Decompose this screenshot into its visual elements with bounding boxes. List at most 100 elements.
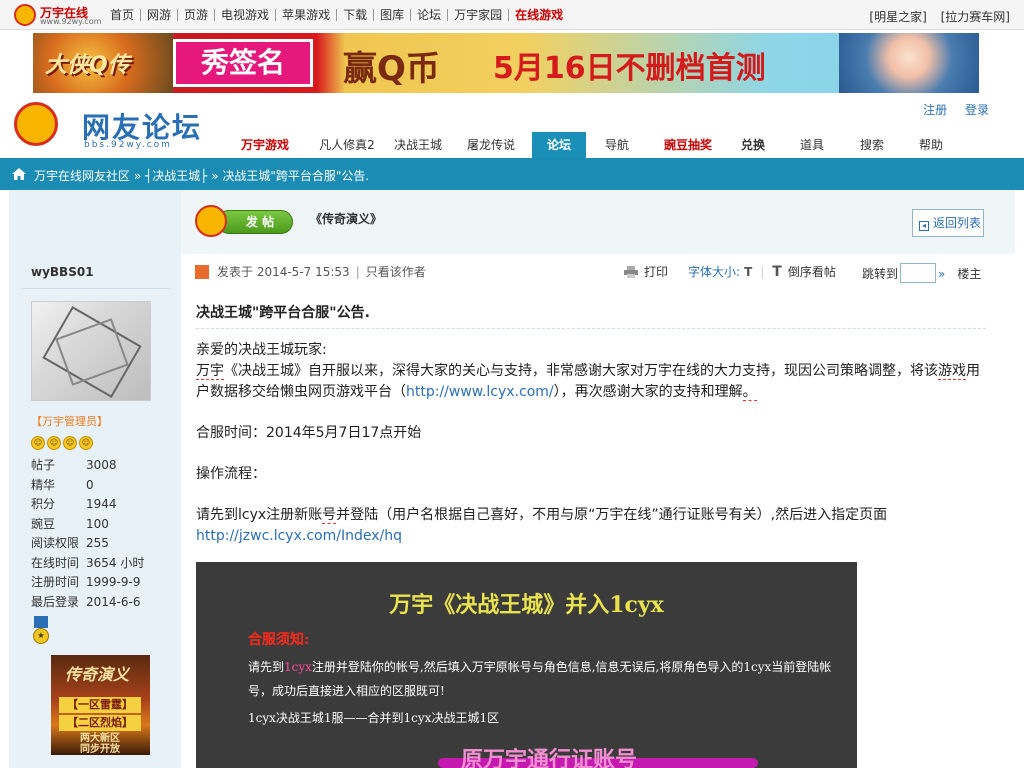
notice-line-2: 1cyx决战王城1服——合并到1cyx决战王城1区 (248, 711, 500, 725)
text: 并登陆（用户名根据自己喜好，不用与原“万宇在线”通行证账号有关）,然后进入指定页… (336, 507, 888, 523)
post-tools: 打印 字体大小: T | T 倒序看帖 (624, 263, 836, 280)
font-size-toggle[interactable]: T (744, 265, 752, 279)
topnav-item[interactable]: 网游 (141, 9, 179, 21)
stat-key: 注册时间 (31, 575, 80, 589)
separator: | (355, 265, 360, 279)
stat-row: 豌豆 100 (31, 515, 144, 535)
star-home-link[interactable]: [明星之家] (869, 8, 926, 25)
merge-time: 合服时间：2014年5月7日17点开始 (196, 425, 422, 441)
breadcrumb-text[interactable]: 万宇在线网友社区 » ┤决战王城├ » 决战王城"跨平台合服"公告. (34, 167, 369, 184)
topnav-item[interactable]: 图库 (374, 9, 412, 21)
nav-guide[interactable]: 导航 (586, 132, 648, 158)
medal-coin: ★ (33, 628, 49, 644)
printer-icon[interactable] (624, 266, 638, 278)
board-title: 《传奇演义》 (310, 212, 383, 226)
keyword-hao[interactable]: 号 (322, 507, 337, 524)
site-logo-url: www.92wy.com (40, 17, 102, 26)
forum-mascot-icon (14, 102, 58, 146)
floor-label: 楼主 (957, 267, 982, 281)
nav-help[interactable]: 帮助 (898, 132, 964, 158)
reverse-order-link[interactable]: 倒序看帖 (788, 265, 836, 279)
nav-search[interactable]: 搜索 (846, 132, 898, 158)
stat-key: 帖子 (31, 458, 56, 472)
keyword-wanyu[interactable]: 万宇 (196, 363, 224, 380)
register-link[interactable]: 注册 (923, 103, 947, 117)
lcyx-link[interactable]: http://www.lcyx.com/ (406, 384, 554, 400)
topnav-item-online-games[interactable]: 在线游戏 (509, 9, 569, 21)
side-ad[interactable]: 传奇演义 【一区雷霆】 【二区烈焰】 两大新区 同步开放 (51, 655, 150, 755)
back-to-list-button[interactable]: ◂ 返回列表 (912, 209, 984, 237)
stat-value[interactable]: 3008 (86, 458, 117, 472)
stat-value[interactable]: 100 (86, 517, 109, 531)
topnav-item[interactable]: 万宇家园 (448, 9, 510, 21)
back-to-list-label: 返回列表 (933, 216, 982, 230)
notice-must-know: 合服须知: (248, 632, 310, 648)
rally-link[interactable]: [拉力赛车网] (941, 8, 1010, 25)
only-author-link[interactable]: 只看该作者 (366, 265, 426, 279)
stat-row: 帖子 3008 (31, 456, 144, 476)
jzwc-link[interactable]: http://jzwc.lcyx.com/Index/hq (196, 528, 402, 544)
stat-key: 在线时间 (31, 555, 80, 570)
smiley-icon: ☺ (31, 436, 45, 450)
online-status-icon (195, 265, 209, 279)
stat-row: 注册时间 1999-9-9 (31, 573, 144, 593)
main-nav: 万宇游戏 凡人修真2 决战王城 屠龙传说 论坛 导航 豌豆抽奖 兑换 道具 搜索 帮助 (222, 132, 964, 158)
site-logo[interactable]: 万宇在线 www.92wy.com (14, 3, 102, 27)
stat-row: 精华 0 (31, 476, 144, 496)
text: 1cyx (284, 660, 312, 674)
stat-row: 最后登录 2014-6-6 (31, 593, 144, 613)
nav-wanyu-games[interactable]: 万宇游戏 (222, 132, 308, 158)
avatar[interactable] (31, 301, 151, 401)
reverse-icon[interactable]: T (772, 264, 782, 280)
author-name[interactable]: wyBBS01 (31, 265, 94, 279)
stat-value[interactable]: 1944 (86, 497, 117, 511)
user-stats: 帖子 3008 精华 0 积分 1944 豌豆 100 阅读权限 255 在线时间 3654… (31, 456, 144, 612)
banner-sign-badge: 秀签名 (173, 39, 313, 87)
post-mascot-icon (195, 205, 227, 237)
keyword-game[interactable]: 游戏 (938, 363, 966, 380)
banner-character-image (839, 33, 979, 93)
nav-juezhan[interactable]: 决战王城 (386, 132, 450, 158)
topnav-item[interactable]: 首页 (104, 9, 142, 21)
jump-input[interactable] (900, 263, 937, 283)
text: ），再次感谢大家的支持和理解 (553, 384, 743, 400)
stat-key: 精华 (31, 477, 56, 492)
nav-exchange[interactable]: 兑换 (728, 132, 778, 158)
banner-ad[interactable]: 大侠Q传 秀签名 赢Q币 5月16日不删档首测 (33, 33, 979, 93)
banner-q-text: 赢Q币 (343, 49, 440, 89)
stat-key: 积分 (31, 497, 56, 511)
nav-fanren[interactable]: 凡人修真2 (308, 132, 386, 158)
stat-value: 3654 小时 (86, 555, 145, 570)
post-content: 亲爱的决战王城玩家: 万宇《决战王城》自开服以来，深得大家的关心与支持，非常感谢… (196, 340, 986, 547)
print-link[interactable]: 打印 (644, 265, 668, 279)
paragraph-1: 万宇《决战王城》自开服以来，深得大家的关心与支持，非常感谢大家对万宇在线的大力支… (196, 361, 986, 403)
stat-value[interactable]: 0 (86, 478, 94, 492)
topnav-item[interactable]: 电视游戏 (215, 9, 277, 21)
login-link[interactable]: 登录 (965, 103, 989, 117)
top-bar: 万宇在线 www.92wy.com 首页 网游 页游 电视游戏 苹果游戏 下载 图库 论坛 万宇… (0, 0, 1024, 30)
top-right-links: [明星之家] [拉力赛车网] (859, 8, 1010, 25)
topnav-item[interactable]: 下载 (337, 9, 375, 21)
nav-forum[interactable]: 论坛 (532, 132, 586, 158)
user-role: 【万宇管理员】 (31, 415, 108, 428)
topnav-item[interactable]: 页游 (178, 9, 216, 21)
nav-tulong[interactable]: 屠龙传说 (450, 132, 532, 158)
new-post-button[interactable]: 发 帖 (195, 205, 295, 237)
greeting: 亲爱的决战王城玩家: (196, 342, 327, 358)
jump-arrow-button[interactable]: » (938, 267, 945, 281)
post-title: 决战王城"跨平台合服"公告. (196, 305, 370, 321)
nav-lottery[interactable]: 豌豆抽奖 (648, 132, 728, 158)
text: 注册并登陆你的帐号,然后填入万宇原帐号与角色信息,信息无误后,将原角色导入的1c… (248, 660, 832, 698)
top-nav: 首页 网游 页游 电视游戏 苹果游戏 下载 图库 论坛 万宇家园 在线游戏 (104, 8, 569, 22)
topnav-item[interactable]: 论坛 (411, 9, 449, 21)
medal-icon[interactable]: ★ (32, 616, 50, 648)
forum-logo[interactable]: 网友论坛 bbs.92wy.com (14, 98, 214, 154)
topnav-item[interactable]: 苹果游戏 (276, 9, 338, 21)
stat-key: 最后登录 (31, 594, 80, 609)
notice-image: 万宇《决战王城》并入1cyx 合服须知: 请先到1cyx注册并登陆你的帐号,然后… (196, 562, 857, 768)
nav-items[interactable]: 道具 (778, 132, 846, 158)
banner-game-name: 大侠Q传 (45, 53, 130, 78)
home-icon[interactable] (12, 168, 26, 180)
divider (196, 328, 986, 329)
notice-line-1: 请先到1cyx注册并登陆你的帐号,然后填入万宇原帐号与角色信息,信息无误后,将原… (248, 655, 848, 703)
